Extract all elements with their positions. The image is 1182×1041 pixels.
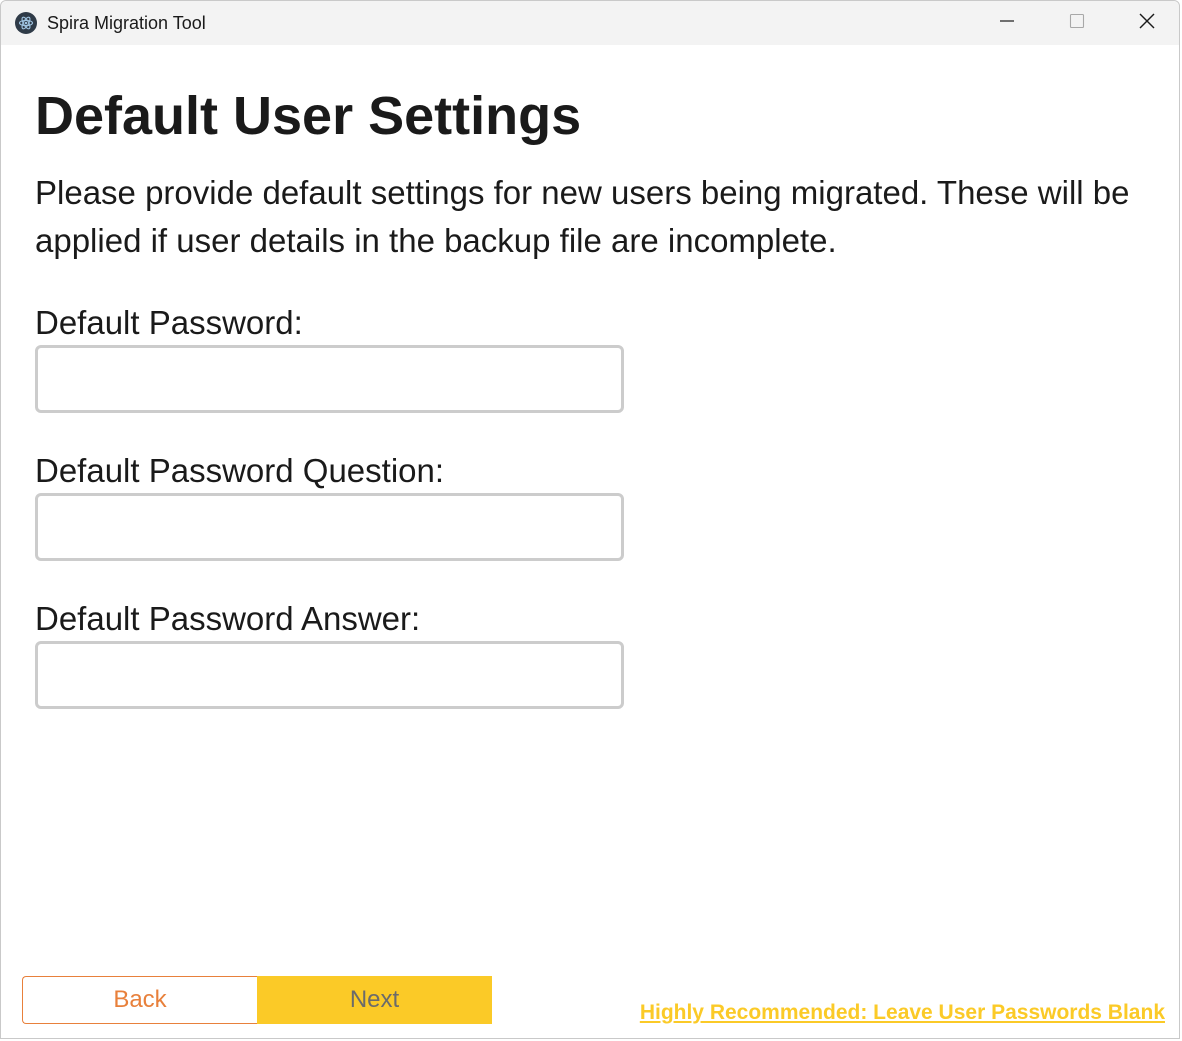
default-password-input[interactable] [35, 345, 624, 413]
page-title: Default User Settings [35, 86, 582, 146]
page-description: Please provide default settings for new … [35, 174, 1130, 259]
default-password-label: Default Password: [35, 304, 303, 341]
title-bar[interactable]: Spira Migration Tool [1, 1, 1179, 45]
default-password-question-label: Default Password Question: [35, 452, 445, 489]
default-password-question-input[interactable] [35, 493, 624, 561]
minimize-button[interactable] [973, 1, 1041, 45]
default-password-answer-input[interactable] [35, 641, 624, 709]
maximize-icon [1069, 13, 1085, 34]
maximize-button[interactable] [1043, 1, 1111, 45]
back-button[interactable]: Back [22, 976, 257, 1024]
app-logo-icon [15, 12, 37, 34]
window-title: Spira Migration Tool [47, 13, 206, 33]
next-button[interactable]: Next [257, 976, 492, 1024]
close-button[interactable] [1113, 1, 1181, 45]
leave-passwords-blank-link[interactable]: Highly Recommended: Leave User Passwords… [640, 1001, 1165, 1025]
minimize-icon [999, 13, 1015, 34]
close-icon [1138, 12, 1156, 35]
default-password-answer-label: Default Password Answer: [35, 600, 421, 637]
app-window: Spira Migration Tool Default User Settin… [0, 0, 1180, 1039]
